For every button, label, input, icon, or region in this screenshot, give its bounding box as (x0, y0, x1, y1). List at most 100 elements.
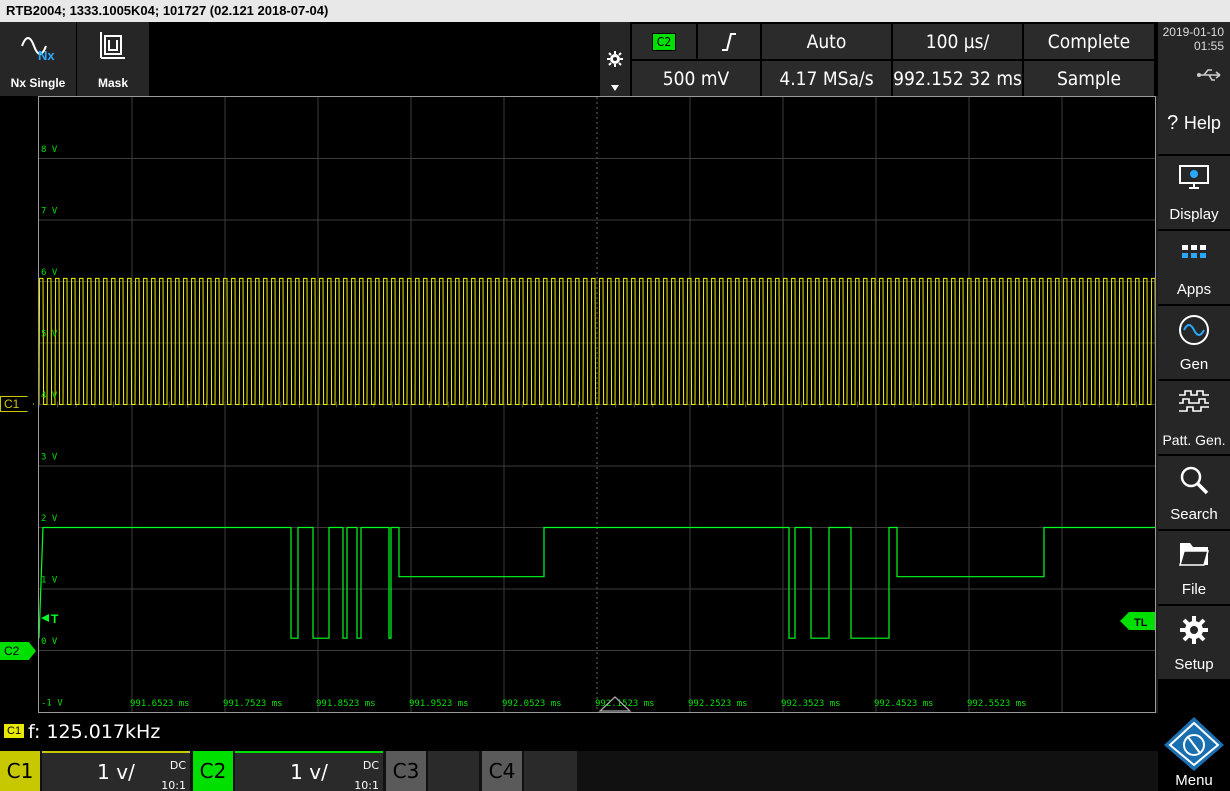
sidebar-item-patt-gen-label: Patt. Gen. (1162, 432, 1226, 448)
channel-c2[interactable]: C2 1 v/ DC 10:1 (193, 751, 383, 791)
c2-offset-marker-label: C2 (4, 644, 20, 658)
trigger-marker: T (41, 612, 59, 626)
channel-bar: C1 1 v/ DC 10:1 C2 1 v/ DC 10:1 C3 C4 (0, 751, 1158, 791)
x-axis-labels: 991.6523 ms 991.7523 ms 991.8523 ms 991.952… (130, 699, 1027, 709)
folder-icon (1179, 543, 1209, 566)
menu-button-label: Menu (1175, 772, 1213, 789)
toolbar-settings-gear[interactable] (600, 22, 630, 96)
channel-c1-id: C1 (0, 751, 40, 791)
y-axis-label: 2 V (41, 514, 58, 524)
channel-c3[interactable]: C3 (386, 751, 479, 791)
sidebar-item-display[interactable]: Display (1158, 156, 1230, 229)
apps-grid-icon (1182, 245, 1206, 258)
svg-text:Nx: Nx (38, 48, 55, 63)
datetime-panel: 2019-01-10 01:55 (1158, 22, 1230, 96)
channel-c1-coupling: DC 10:1 (161, 759, 186, 791)
trigger-arrow-icon (41, 614, 49, 622)
horizontal-position-cell[interactable]: 992.152 32 ms (893, 61, 1022, 96)
y-axis-label: -1 V (41, 699, 63, 709)
nx-single-label: Nx Single (10, 76, 66, 90)
nx-single-icon: Nx (21, 37, 55, 63)
trigger-source-cell[interactable]: C2 (632, 24, 696, 59)
sidebar-item-search-label: Search (1170, 506, 1218, 523)
c1-offset-marker[interactable]: C1 (0, 396, 34, 412)
c2-offset-marker[interactable]: C2 (0, 642, 36, 660)
channel-c2-scale-value: 1 v/ (290, 760, 328, 784)
x-axis-label: 992.5523 ms (967, 699, 1027, 709)
channel-c2-coupling: DC 10:1 (354, 759, 379, 791)
trigger-mode-cell[interactable]: Auto (762, 24, 891, 59)
y-axis-label: 3 V (41, 453, 58, 463)
measurement-bar: C1 f: 125.017kHz (0, 713, 1158, 751)
rs-logo-icon (1164, 717, 1224, 771)
window-title: RTB2004; 1333.1005K04; 101727 (02.121 20… (6, 3, 329, 18)
sidebar-item-file-label: File (1181, 581, 1207, 598)
monitor-icon (1179, 165, 1209, 189)
rising-edge-icon (722, 32, 736, 51)
menu-button[interactable]: Menu (1158, 713, 1230, 791)
channel-c2-id: C2 (193, 751, 233, 791)
dropdown-arrow-icon (611, 85, 619, 91)
y-axis-label: 6 V (41, 268, 58, 278)
date-text: 2019-01-10 (1162, 25, 1224, 39)
pattern-icon (1179, 390, 1209, 412)
channel-c4-id: C4 (482, 751, 522, 791)
mask-label: Mask (97, 76, 129, 90)
channel-marker-strip: C1 C2 (0, 96, 38, 713)
scope-display[interactable]: 8 V 7 V 6 V 5 V 4 V 3 V 2 V 1 V 0 V -1 V 991.6523… (38, 96, 1159, 713)
x-axis-label: 991.8523 ms (316, 699, 376, 709)
right-sidebar: ? Help Display Apps Gen Patt. Gen. Searc… (1158, 96, 1230, 791)
trigger-level-label: TL (1134, 617, 1148, 629)
small-gear-icon (607, 51, 623, 67)
channel-c1[interactable]: C1 1 v/ DC 10:1 (0, 751, 190, 791)
sidebar-item-apps[interactable]: Apps (1158, 231, 1230, 304)
top-toolbar: Nx Nx Single Mask C2 Auto 100 µs/ Comple… (0, 22, 1230, 96)
sidebar-item-file[interactable]: File (1158, 531, 1230, 604)
trigger-level-cell[interactable]: 500 mV (632, 61, 760, 96)
help-icon: ? Help (1167, 112, 1221, 134)
timebase-cell[interactable]: 100 µs/ (893, 24, 1022, 59)
x-axis-label: 992.2523 ms (688, 699, 748, 709)
magnifier-icon (1180, 466, 1209, 495)
x-axis-label: 991.6523 ms (130, 699, 190, 709)
sine-wave-icon (1179, 315, 1209, 345)
y-axis-label: 0 V (41, 637, 58, 647)
sidebar-item-patt-gen[interactable]: Patt. Gen. (1158, 381, 1230, 454)
sidebar-item-search[interactable]: Search (1158, 456, 1230, 529)
acq-status-cell[interactable]: Complete (1024, 24, 1154, 59)
gear-icon (1180, 616, 1208, 644)
measurement-source-badge[interactable]: C1 (4, 724, 25, 738)
usb-icon (1197, 69, 1221, 81)
sidebar-item-setup-label: Setup (1174, 656, 1214, 673)
measurement-value[interactable]: f: 125.017kHz (28, 721, 160, 743)
window-title-bar: RTB2004; 1333.1005K04; 101727 (02.121 20… (0, 0, 1230, 22)
y-axis-label: 7 V (41, 207, 58, 217)
sidebar-item-setup[interactable]: Setup (1158, 606, 1230, 679)
sample-rate-cell[interactable]: 4.17 MSa/s (762, 61, 891, 96)
x-axis-label: 991.7523 ms (223, 699, 283, 709)
trigger-level-marker: TL (1120, 612, 1155, 630)
trigger-marker-label: T (51, 612, 59, 626)
y-axis-label: 4 V (41, 391, 58, 401)
trigger-edge-cell[interactable] (698, 24, 760, 59)
y-axis-label: 8 V (41, 145, 58, 155)
channel-c2-scale: 1 v/ DC 10:1 (235, 751, 383, 791)
x-axis-label: 992.4523 ms (874, 699, 934, 709)
sidebar-item-apps-label: Apps (1176, 281, 1212, 298)
sidebar-item-display-label: Display (1169, 206, 1219, 223)
waveform-graticule: 8 V 7 V 6 V 5 V 4 V 3 V 2 V 1 V 0 V -1 V 991.6523… (38, 97, 1159, 712)
x-axis-label: 991.9523 ms (409, 699, 469, 709)
trigger-source-badge: C2 (651, 32, 677, 51)
y-axis-label: 5 V (41, 330, 58, 340)
channel-c4-scale (524, 751, 577, 791)
mask-button[interactable]: Mask (77, 22, 149, 96)
x-axis-label: 992.3523 ms (781, 699, 841, 709)
c1-offset-marker-label: C1 (4, 397, 20, 411)
sidebar-item-help[interactable]: ? Help (1158, 96, 1230, 154)
acq-mode-cell[interactable]: Sample (1024, 61, 1154, 96)
nx-single-button[interactable]: Nx Nx Single (0, 22, 76, 96)
sidebar-item-gen[interactable]: Gen (1158, 306, 1230, 379)
channel-c1-scale: 1 v/ DC 10:1 (42, 751, 190, 791)
channel-c1-scale-value: 1 v/ (97, 760, 135, 784)
channel-c4[interactable]: C4 (482, 751, 577, 791)
